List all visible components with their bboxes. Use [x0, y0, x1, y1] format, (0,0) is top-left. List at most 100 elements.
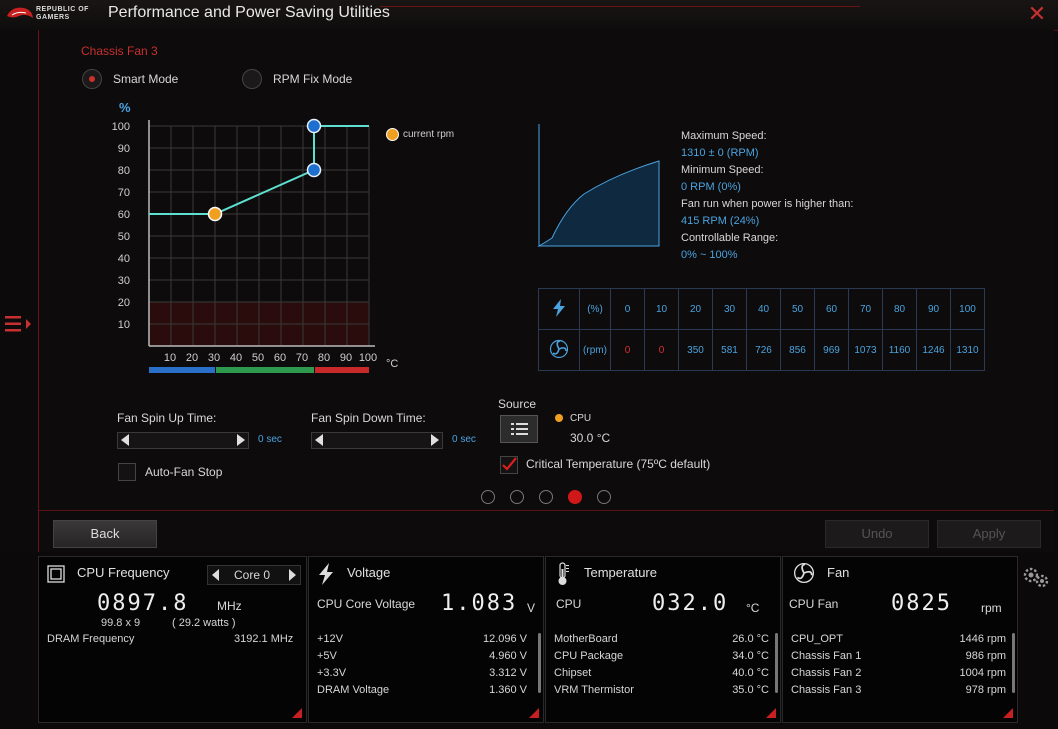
rpm-cell: 0: [610, 329, 645, 371]
temperature-zone-bar: [149, 367, 215, 373]
expand-corner-icon[interactable]: [1003, 708, 1013, 718]
status-row-value: 12.096 V: [482, 633, 527, 645]
voltage-card: Voltage CPU Core Voltage 1.083 V +12V 12.…: [308, 556, 544, 723]
spin-up-slider[interactable]: [117, 432, 249, 449]
spin-down-right-arrow[interactable]: [431, 434, 439, 446]
auto-fan-stop-checkbox[interactable]: [118, 463, 136, 481]
page-dot[interactable]: [539, 490, 553, 504]
critical-temp-label: Critical Temperature (75ºC default): [526, 457, 711, 471]
status-row-value: 4.960 V: [489, 650, 527, 662]
cpu-frequency-value: 0897.8: [97, 591, 189, 616]
dram-frequency-value: 3192.1 MHz: [234, 633, 294, 645]
status-row-value: 34.0 °C: [732, 650, 769, 662]
source-label: Source: [498, 397, 537, 411]
cpu-core-voltage-value: 1.083: [441, 591, 518, 616]
page-dot[interactable]: [597, 490, 611, 504]
spin-up-right-arrow[interactable]: [237, 434, 245, 446]
settings-gear-icon[interactable]: [1022, 566, 1050, 590]
y-unit-label: %: [119, 100, 131, 115]
menu-expand-icon[interactable]: [3, 314, 33, 334]
auto-fan-stop-label: Auto-Fan Stop: [145, 465, 223, 479]
source-indicator-dot: [555, 414, 563, 422]
voltage-scrollbar[interactable]: [538, 633, 541, 693]
status-row: Chassis Fan 2 1004 rpm: [791, 665, 1006, 682]
current-rpm-point[interactable]: [207, 206, 223, 222]
max-speed-value: 1310 ± 0 (RPM): [681, 147, 759, 159]
status-row: CPU_OPT 1446 rpm: [791, 631, 1006, 648]
rog-eye-icon: [7, 7, 33, 18]
status-row-label: Chipset: [554, 667, 592, 679]
x-tick-label: 40: [230, 352, 242, 364]
status-row: MotherBoard 26.0 °C: [554, 631, 769, 648]
rpm-cell: 1310: [950, 329, 985, 371]
status-row-label: DRAM Voltage: [317, 684, 390, 696]
expand-corner-icon[interactable]: [766, 708, 776, 718]
core-prev-arrow[interactable]: [212, 569, 219, 581]
spin-down-left-arrow[interactable]: [315, 434, 323, 446]
spin-up-left-arrow[interactable]: [121, 434, 129, 446]
min-speed-value: 0 RPM (0%): [681, 181, 741, 193]
curve-control-point[interactable]: [306, 118, 322, 134]
rpm-cell: 350: [678, 329, 713, 371]
fan-name: Chassis Fan 3: [81, 44, 158, 58]
fan-curve-chart[interactable]: % 100 90 80 70 60 50 40 30 20 10 10 20 30 40 50 60 70 80…: [110, 96, 410, 381]
status-row-value: 1446 rpm: [959, 633, 1006, 645]
rog-logo: REPUBLIC OF GAMERS: [6, 4, 96, 26]
rpm-fix-mode-radio[interactable]: [242, 69, 262, 89]
y-tick-label: 90: [118, 143, 130, 155]
close-button[interactable]: ✕: [1026, 3, 1048, 26]
y-tick-label: 10: [118, 319, 130, 331]
percent-cell: 10: [644, 288, 679, 330]
status-row-value: 35.0 °C: [732, 684, 769, 696]
spin-down-slider[interactable]: [311, 432, 443, 449]
undo-button[interactable]: Undo: [825, 520, 929, 548]
rpm-cell: 969: [814, 329, 849, 371]
expand-corner-icon[interactable]: [529, 708, 539, 718]
dram-frequency-label: DRAM Frequency: [47, 633, 135, 645]
page-dot[interactable]: [481, 490, 495, 504]
back-button[interactable]: Back: [53, 520, 157, 548]
status-row: +3.3V 3.312 V: [317, 665, 527, 682]
status-row: +12V 12.096 V: [317, 631, 527, 648]
core-label: Core 0: [234, 568, 271, 582]
status-row: CPU Package 34.0 °C: [554, 648, 769, 665]
status-row: Chassis Fan 1 986 rpm: [791, 648, 1006, 665]
divider: [39, 510, 1054, 511]
rpm-cell: 1160: [882, 329, 917, 371]
y-ticks: 100 90 80 70 60 50 40 30 20 10: [112, 121, 130, 331]
controllable-range-value: 0% ~ 100%: [681, 249, 738, 261]
page-dot[interactable]: [510, 490, 524, 504]
x-tick-label: 70: [296, 352, 308, 364]
smart-mode-radio[interactable]: [82, 69, 102, 89]
page-dot[interactable]: [568, 490, 582, 504]
status-row-label: CPU Package: [554, 650, 624, 662]
x-tick-label: 60: [274, 352, 286, 364]
curve-control-point[interactable]: [306, 162, 322, 178]
list-icon: [511, 423, 528, 435]
core-selector[interactable]: Core 0: [207, 565, 301, 585]
spin-up-value: 0 sec: [258, 434, 282, 445]
expand-corner-icon[interactable]: [292, 708, 302, 718]
core-next-arrow[interactable]: [289, 569, 296, 581]
rpm-cell: 726: [746, 329, 781, 371]
cpu-temperature-value: 032.0: [652, 591, 729, 616]
status-row-value: 40.0 °C: [732, 667, 769, 679]
x-tick-label: 10: [164, 352, 176, 364]
x-unit-label: °C: [386, 358, 398, 370]
source-select-button[interactable]: [500, 415, 538, 443]
fan-speed-graph: [537, 124, 660, 247]
status-row: Chipset 40.0 °C: [554, 665, 769, 682]
fan-scrollbar[interactable]: [1012, 633, 1015, 693]
lightning-icon: [553, 298, 565, 317]
logo-text: REPUBLIC OF GAMERS: [36, 6, 89, 21]
min-speed-label: Minimum Speed:: [681, 164, 764, 176]
apply-button[interactable]: Apply: [937, 520, 1041, 548]
status-row-value: 1.360 V: [489, 684, 527, 696]
spin-down-value: 0 sec: [452, 434, 476, 445]
side-menu-rail: [0, 30, 39, 552]
cpu-core-voltage-unit: V: [527, 601, 536, 615]
critical-temp-checkbox[interactable]: [500, 456, 518, 474]
check-icon: [502, 457, 517, 471]
temperature-scrollbar[interactable]: [775, 633, 778, 693]
status-row-value: 3.312 V: [489, 667, 527, 679]
